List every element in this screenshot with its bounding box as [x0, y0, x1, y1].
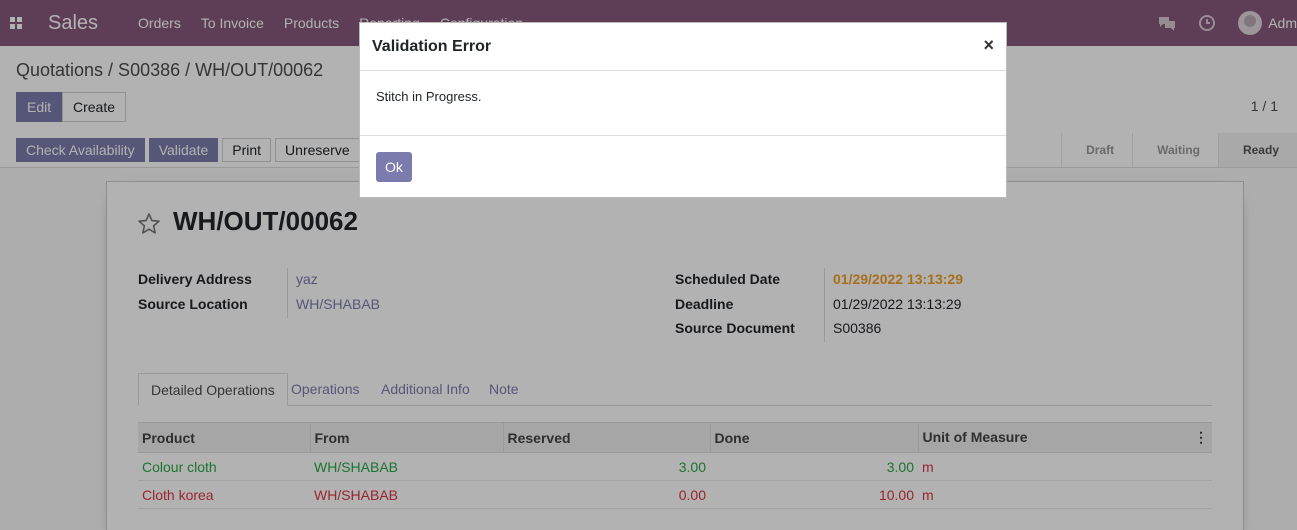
- modal-title: Validation Error: [372, 38, 492, 55]
- ok-button[interactable]: Ok: [376, 152, 412, 182]
- modal-footer: Ok: [360, 136, 1006, 198]
- close-icon[interactable]: ×: [983, 35, 994, 56]
- modal-message: Stitch in Progress.: [376, 89, 482, 104]
- validation-error-dialog: Validation Error × Stitch in Progress. O…: [359, 22, 1007, 198]
- modal-body: Stitch in Progress.: [360, 71, 1006, 136]
- modal-header: Validation Error ×: [360, 23, 1006, 71]
